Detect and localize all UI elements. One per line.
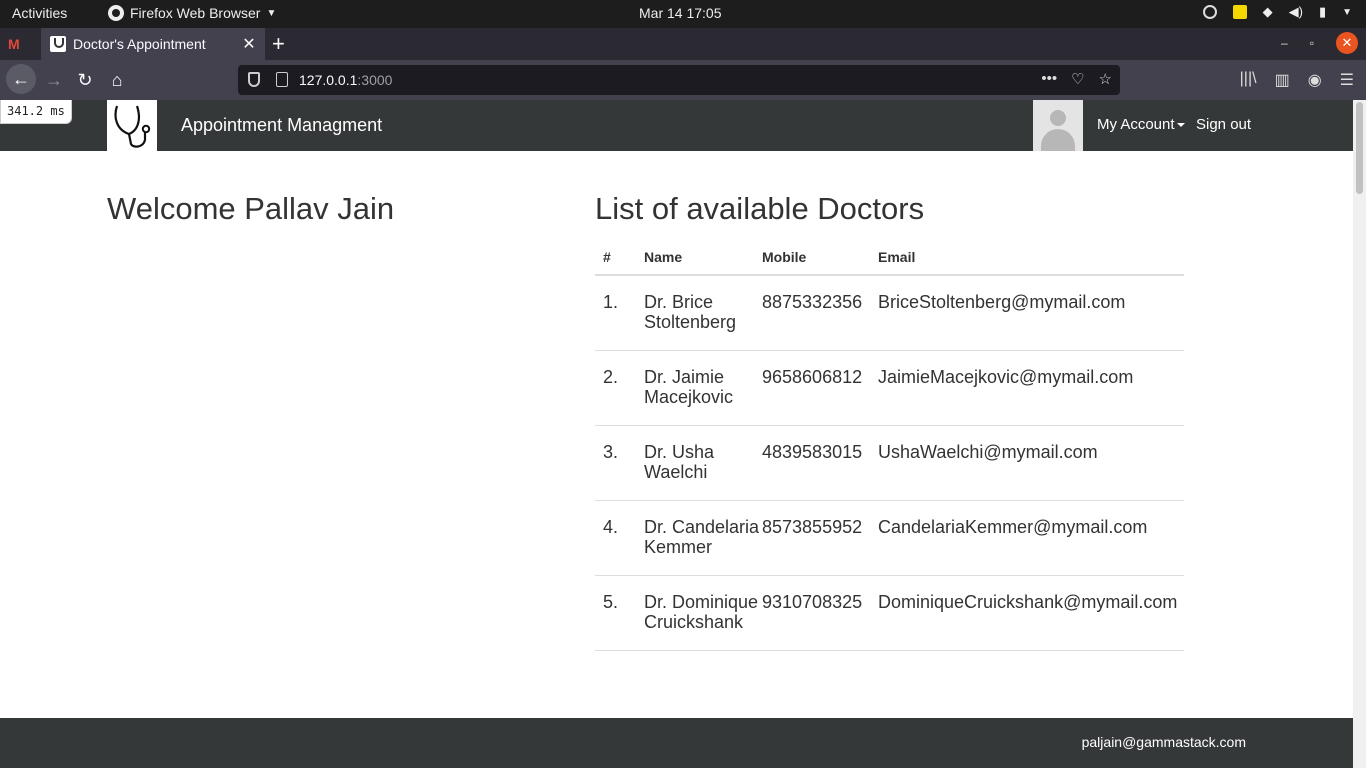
table-row: 3. Dr. Usha Waelchi 4839583015 UshaWaelc… <box>595 425 1184 501</box>
page-info-icon[interactable] <box>276 72 288 87</box>
library-icon[interactable]: |||\ <box>1240 70 1257 90</box>
system-tray[interactable]: ◆ ◀) ▮ ▼ <box>1202 4 1352 20</box>
toolbar-right: |||\ ▥ ◉ ☰ <box>1240 70 1354 90</box>
doctor-mobile: 9658606812 <box>762 350 878 426</box>
brand-name[interactable]: Appointment Managment <box>181 115 382 136</box>
wifi-icon: ◆ <box>1262 4 1273 19</box>
page-scrollbar[interactable] <box>1353 100 1366 768</box>
window-controls: – ▫ ✕ <box>1281 32 1358 54</box>
app-menu-label: Firefox Web Browser <box>130 5 261 21</box>
url-text[interactable]: 127.0.0.1:3000 <box>299 72 392 88</box>
tracking-shield-icon[interactable] <box>248 72 260 87</box>
perf-badge: 341.2 ms <box>0 100 72 124</box>
doctors-list-title: List of available Doctors <box>595 191 925 226</box>
col-email: Email <box>878 240 1184 276</box>
doctor-email: DominiqueCruickshank@mymail.com <box>878 575 1184 651</box>
doctor-mobile: 8573855952 <box>762 500 878 576</box>
user-head-icon <box>1050 110 1066 126</box>
page-viewport: 341.2 ms Appointment Managment My Accoun… <box>0 100 1353 768</box>
table-header-row: # Name Mobile Email <box>595 240 1184 276</box>
sidebar-icon[interactable]: ▥ <box>1275 70 1290 90</box>
power-icon <box>1202 5 1217 19</box>
tab-doctors-appointment[interactable]: Doctor's Appointment ✕ <box>41 28 265 60</box>
doctor-name: Dr. Jaimie Macejkovic <box>644 350 762 426</box>
col-mobile: Mobile <box>762 240 878 276</box>
volume-icon: ◀) <box>1288 4 1303 19</box>
home-button[interactable]: ⌂ <box>105 68 129 92</box>
close-window-button[interactable]: ✕ <box>1336 32 1358 54</box>
doctor-name: Dr. Brice Stoltenberg <box>644 275 762 351</box>
doctors-table: # Name Mobile Email 1. Dr. Brice Stolten… <box>595 240 1184 651</box>
doctor-email: BriceStoltenberg@mymail.com <box>878 275 1184 351</box>
col-number: # <box>595 240 644 276</box>
tab-title: Doctor's Appointment <box>73 36 206 52</box>
url-bar[interactable]: 127.0.0.1:3000 ••• ♡ ☆ <box>238 65 1120 95</box>
stethoscope-icon <box>114 105 151 148</box>
col-name: Name <box>644 240 762 276</box>
clock[interactable]: Mar 14 17:05 <box>639 5 722 21</box>
account-icon[interactable]: ◉ <box>1308 70 1322 90</box>
url-host: 127.0.0.1 <box>299 72 358 88</box>
hamburger-menu-icon[interactable]: ☰ <box>1340 70 1354 90</box>
table-row: 2. Dr. Jaimie Macejkovic 9658606812 Jaim… <box>595 350 1184 426</box>
my-account-dropdown[interactable]: My Account <box>1097 116 1185 133</box>
minimize-button[interactable]: – <box>1281 36 1288 50</box>
doctor-name: Dr. Candelaria Kemmer <box>644 500 762 576</box>
app-header: Appointment Managment My Account Sign ou… <box>0 100 1353 151</box>
new-tab-button[interactable]: + <box>272 31 285 57</box>
back-button[interactable]: ← <box>6 64 36 94</box>
sign-out-link[interactable]: Sign out <box>1196 116 1251 133</box>
app-menu[interactable]: Firefox Web Browser ▼ <box>108 5 276 21</box>
forward-button[interactable]: → <box>42 68 66 92</box>
row-number: 4. <box>595 500 644 576</box>
doctor-name: Dr. Usha Waelchi <box>644 425 762 501</box>
row-number: 5. <box>595 575 644 651</box>
stethoscope-icon <box>50 36 66 52</box>
close-tab-icon[interactable]: ✕ <box>239 34 259 54</box>
table-row: 1. Dr. Brice Stoltenberg 8875332356 Bric… <box>595 275 1184 351</box>
chevron-down-icon: ▼ <box>266 7 277 19</box>
firefox-icon <box>108 5 124 21</box>
battery-icon: ▮ <box>1318 4 1327 19</box>
system-top-bar: Activities Firefox Web Browser ▼ Mar 14 … <box>0 0 1366 28</box>
reload-button[interactable]: ↻ <box>73 68 97 92</box>
scrollbar-thumb[interactable] <box>1356 102 1363 194</box>
caret-down-icon <box>1176 123 1185 128</box>
my-account-label: My Account <box>1097 116 1175 133</box>
doctor-email: JaimieMacejkovic@mymail.com <box>878 350 1184 426</box>
gmail-pinned-tab[interactable]: M <box>8 36 28 52</box>
doctor-mobile: 9310708325 <box>762 575 878 651</box>
table-row: 5. Dr. Dominique Cruickshank 9310708325 … <box>595 575 1184 651</box>
url-port: :3000 <box>357 72 393 88</box>
page-actions-icon[interactable]: ••• <box>1041 70 1057 88</box>
doctor-email: CandelariaKemmer@mymail.com <box>878 500 1184 576</box>
row-number: 3. <box>595 425 644 501</box>
avatar[interactable] <box>1033 100 1083 151</box>
notes-icon <box>1232 5 1247 19</box>
welcome-heading: Welcome Pallav Jain <box>107 191 395 226</box>
doctor-name: Dr. Dominique Cruickshank <box>644 575 762 651</box>
doctor-mobile: 8875332356 <box>762 275 878 351</box>
doctor-mobile: 4839583015 <box>762 425 878 501</box>
table-row: 4. Dr. Candelaria Kemmer 8573855952 Cand… <box>595 500 1184 576</box>
chevron-down-icon: ▼ <box>1342 6 1352 18</box>
url-actions: ••• ♡ ☆ <box>1041 70 1112 88</box>
bookmark-star-icon[interactable]: ☆ <box>1099 70 1112 88</box>
user-body-icon <box>1041 129 1075 151</box>
row-number: 1. <box>595 275 644 351</box>
doctor-email: UshaWaelchi@mymail.com <box>878 425 1184 501</box>
app-footer: paljain@gammastack.com <box>0 718 1353 768</box>
activities-button[interactable]: Activities <box>12 5 67 21</box>
row-number: 2. <box>595 350 644 426</box>
pocket-icon[interactable]: ♡ <box>1071 70 1084 88</box>
tab-strip: M Doctor's Appointment ✕ + – ▫ ✕ <box>0 28 1366 60</box>
maximize-button[interactable]: ▫ <box>1310 36 1314 50</box>
stethoscope-logo[interactable] <box>107 100 157 151</box>
navigation-toolbar: ← → ↻ ⌂ 127.0.0.1:3000 ••• ♡ ☆ |||\ ▥ ◉ … <box>0 60 1366 100</box>
footer-email: paljain@gammastack.com <box>1081 734 1246 750</box>
